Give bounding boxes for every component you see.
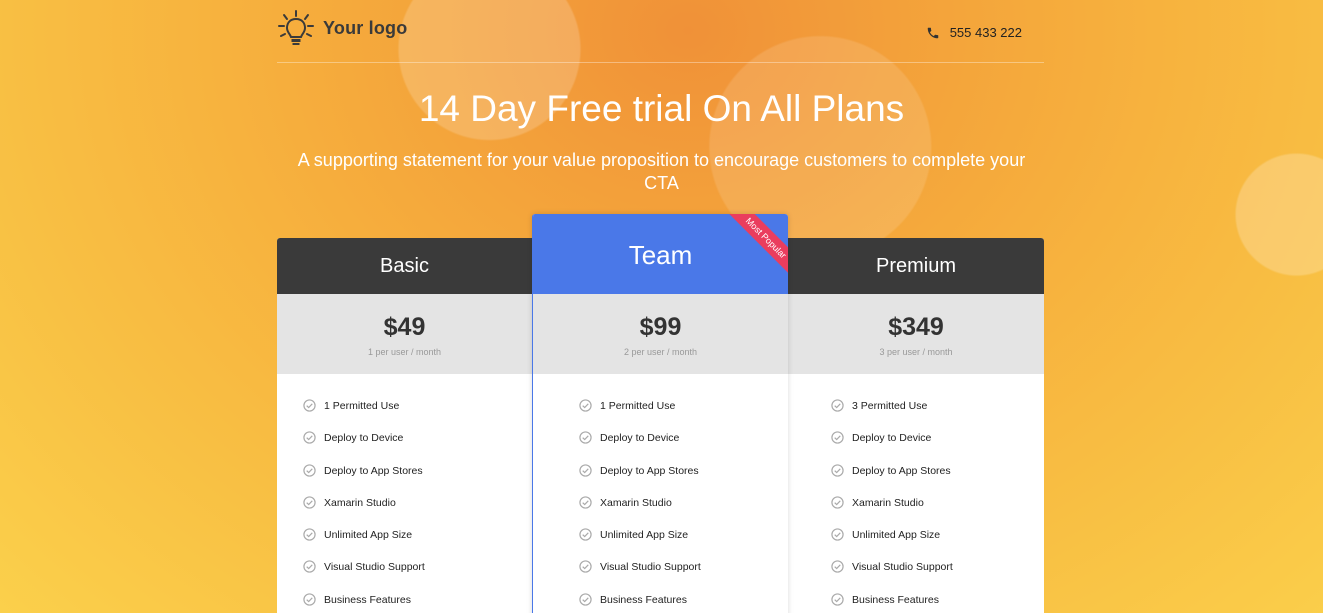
feature-label: 3 Permitted Use [852, 399, 928, 412]
most-popular-ribbon: Most Popular [722, 214, 788, 280]
feature-label: Deploy to App Stores [324, 464, 423, 477]
feature-item: Visual Studio Support [579, 560, 701, 573]
feature-label: Unlimited App Size [600, 528, 689, 541]
price-box-basic: $49 1 per user / month [277, 294, 532, 374]
feature-item: Business Features [303, 593, 411, 606]
feature-label: Unlimited App Size [852, 528, 941, 541]
plan-price-note-basic: 1 per user / month [367, 347, 442, 357]
feature-label: Unlimited App Size [324, 528, 413, 541]
feature-item: Deploy to Device [831, 431, 931, 444]
check-circle-icon [303, 593, 316, 606]
feature-label: Visual Studio Support [852, 560, 953, 573]
check-circle-icon [303, 464, 316, 477]
feature-item: Unlimited App Size [579, 528, 688, 541]
feature-label: Deploy to Device [852, 431, 932, 444]
check-circle-icon [831, 528, 844, 541]
feature-item: Xamarin Studio [831, 496, 924, 509]
check-circle-icon [579, 399, 592, 412]
feature-item: Unlimited App Size [303, 528, 412, 541]
logo-text: Your logo [323, 17, 408, 38]
feature-label: Deploy to Device [600, 431, 680, 444]
feature-label: Visual Studio Support [600, 560, 701, 573]
feature-label: Xamarin Studio [600, 496, 672, 509]
site-header: Your logo 555 433 222 [277, 0, 1044, 63]
plan-header-basic: Basic [277, 238, 532, 294]
check-circle-icon [579, 431, 592, 444]
feature-label: Xamarin Studio [852, 496, 924, 509]
feature-label: Business Features [852, 593, 939, 606]
check-circle-icon [831, 399, 844, 412]
feature-label: Business Features [600, 593, 687, 606]
feature-label: Deploy to Device [324, 431, 404, 444]
feature-item: 3 Permitted Use [831, 399, 927, 412]
feature-label: 1 Permitted Use [324, 399, 400, 412]
page-subtitle: A supporting statement for your value pr… [297, 150, 1026, 193]
feature-label: Visual Studio Support [324, 560, 425, 573]
feature-label: Deploy to App Stores [852, 464, 951, 477]
plan-price-note-premium: 3 per user / month [879, 347, 953, 357]
phone-number: 555 433 222 [949, 25, 1022, 40]
feature-item: Deploy to Device [303, 431, 403, 444]
feature-label: 1 Permitted Use [600, 399, 676, 412]
plan-card-team: Team Most Popular $99 2 per user / month… [532, 214, 788, 613]
check-circle-icon [303, 560, 316, 573]
check-circle-icon [831, 464, 844, 477]
feature-item: Deploy to App Stores [831, 464, 951, 477]
check-circle-icon [831, 593, 844, 606]
check-circle-icon [579, 593, 592, 606]
check-circle-icon [831, 431, 844, 444]
feature-label: Business Features [324, 593, 411, 606]
feature-item: Business Features [831, 593, 939, 606]
feature-item: Deploy to App Stores [579, 464, 699, 477]
feature-label: Xamarin Studio [324, 496, 396, 509]
check-circle-icon [303, 431, 316, 444]
check-circle-icon [303, 528, 316, 541]
feature-item: Unlimited App Size [831, 528, 940, 541]
plan-card-premium: Premium $349 3 per user / month 3 Permit… [788, 238, 1044, 613]
feature-item: 1 Permitted Use [579, 399, 675, 412]
feature-item: Xamarin Studio [579, 496, 672, 509]
check-circle-icon [579, 528, 592, 541]
logo[interactable]: Your logo [277, 9, 407, 47]
phone-contact[interactable]: 555 433 222 [926, 25, 1022, 40]
plan-price-team: $99 [639, 313, 682, 341]
plan-header-premium: Premium [788, 238, 1044, 294]
check-circle-icon [579, 464, 592, 477]
plan-price-basic: $49 [383, 313, 426, 341]
check-circle-icon [831, 560, 844, 573]
feature-item: Deploy to App Stores [303, 464, 423, 477]
feature-item: Business Features [579, 593, 687, 606]
feature-item: Xamarin Studio [303, 496, 396, 509]
plan-name-basic: Basic [380, 255, 429, 277]
price-box-team: $99 2 per user / month [533, 294, 788, 374]
page-title: 14 Day Free trial On All Plans [418, 88, 905, 129]
feature-label: Deploy to App Stores [600, 464, 699, 477]
check-circle-icon [579, 496, 592, 509]
most-popular-badge: Most Popular [724, 214, 788, 280]
lightbulb-icon [278, 10, 314, 45]
check-circle-icon [303, 399, 316, 412]
feature-item: Visual Studio Support [303, 560, 425, 573]
feature-item: Deploy to Device [579, 431, 679, 444]
feature-item: 1 Permitted Use [303, 399, 399, 412]
check-circle-icon [831, 496, 844, 509]
check-circle-icon [303, 496, 316, 509]
price-box-premium: $349 3 per user / month [788, 294, 1044, 374]
feature-item: Visual Studio Support [831, 560, 953, 573]
check-circle-icon [579, 560, 592, 573]
phone-icon [927, 27, 938, 38]
plan-card-basic: Basic $49 1 per user / month 1 Permitted… [277, 238, 532, 613]
plan-price-premium: $349 [888, 313, 944, 341]
plan-price-note-team: 2 per user / month [623, 347, 698, 357]
plan-name-premium: Premium [875, 255, 956, 277]
